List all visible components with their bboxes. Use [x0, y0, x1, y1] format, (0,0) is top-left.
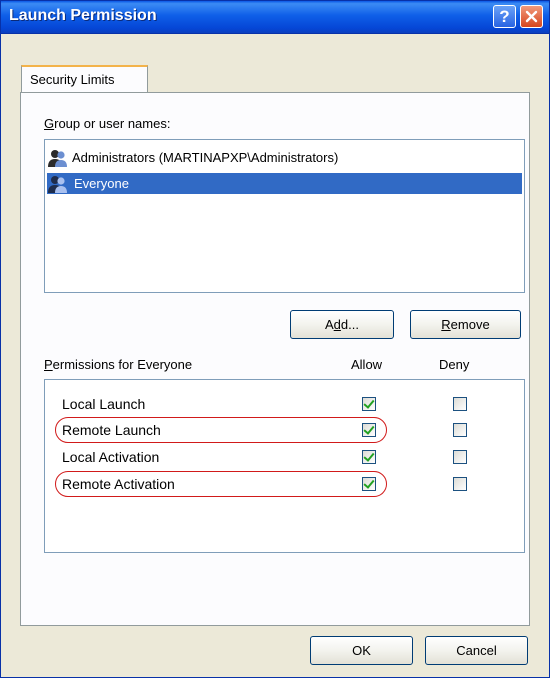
list-item-everyone[interactable]: Everyone — [47, 173, 522, 194]
allow-header: Allow — [351, 357, 383, 372]
allow-checkbox-remote-activation[interactable] — [362, 477, 376, 491]
mnemonic-g: G — [44, 116, 55, 131]
tab-security-limits[interactable]: Security Limits — [21, 65, 148, 93]
user-name: Administrators (MARTINAPXP\Administrator… — [72, 150, 339, 165]
add-button[interactable]: Add... — [290, 310, 394, 339]
help-button[interactable]: ? — [493, 5, 516, 28]
permission-name: Local Launch — [62, 396, 146, 412]
permission-name: Local Activation — [62, 449, 160, 465]
remove-button[interactable]: Remove — [410, 310, 521, 339]
deny-checkbox-remote-activation[interactable] — [453, 477, 467, 491]
list-item-administrators[interactable]: Administrators (MARTINAPXP\Administrator… — [47, 147, 522, 168]
title-bar[interactable]: Launch Permission ? — [1, 1, 549, 34]
allow-checkbox-remote-launch[interactable] — [362, 423, 376, 437]
launch-permission-dialog: Launch Permission ? Security Limits Grou… — [0, 0, 550, 678]
group-names-label: Group or user names: — [44, 116, 170, 131]
deny-checkbox-local-launch[interactable] — [453, 397, 467, 411]
permissions-list[interactable]: Local Launch Remote Launch Local Activat… — [44, 379, 525, 553]
user-list[interactable]: Administrators (MARTINAPXP\Administrator… — [44, 139, 525, 293]
remove-button-label: Remove — [441, 317, 490, 332]
allow-checkbox-local-activation[interactable] — [362, 450, 376, 464]
group-names-label-rest: roup or user names: — [54, 116, 171, 131]
permission-name: Remote Launch — [62, 422, 161, 438]
question-mark-icon: ? — [499, 6, 510, 26]
ok-button[interactable]: OK — [310, 636, 413, 665]
add-button-label: Add... — [325, 317, 359, 332]
close-button[interactable] — [520, 5, 543, 28]
permission-name: Remote Activation — [62, 476, 175, 492]
deny-checkbox-remote-launch[interactable] — [453, 423, 467, 437]
user-group-icon — [48, 175, 67, 193]
deny-checkbox-local-activation[interactable] — [453, 450, 467, 464]
cancel-button[interactable]: Cancel — [425, 636, 528, 665]
permissions-header: Permissions for Everyone — [44, 357, 193, 372]
allow-checkbox-local-launch[interactable] — [362, 397, 376, 411]
user-name: Everyone — [72, 176, 522, 191]
ok-button-label: OK — [352, 643, 371, 658]
user-group-icon — [48, 149, 67, 167]
window-title: Launch Permission — [9, 7, 157, 24]
cancel-button-label: Cancel — [456, 643, 497, 658]
deny-header: Deny — [439, 357, 470, 372]
close-icon — [525, 10, 538, 23]
